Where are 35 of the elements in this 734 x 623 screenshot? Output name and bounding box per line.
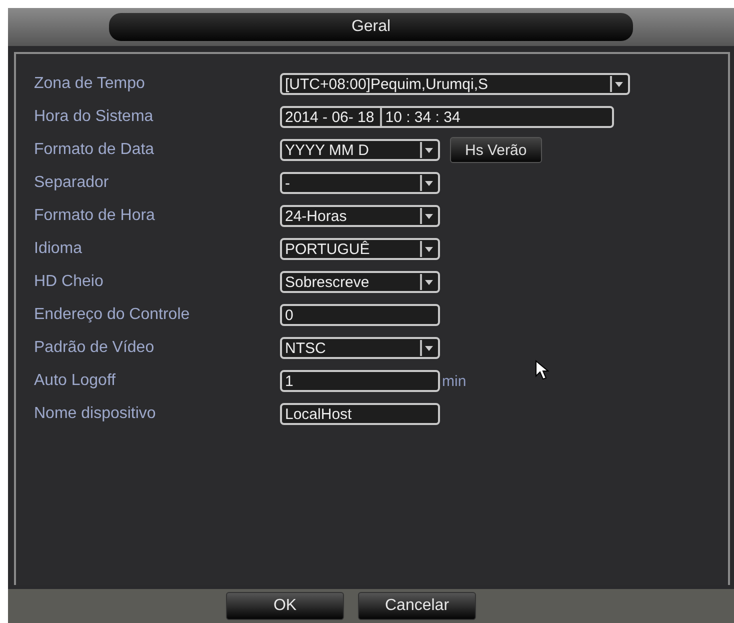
field-label: Padrão de Vídeo bbox=[34, 339, 156, 357]
dropdown-arrow-icon bbox=[615, 82, 623, 86]
dropdown[interactable]: PORTUGUÊ bbox=[280, 238, 440, 260]
dropdown-arrow-icon bbox=[425, 214, 433, 218]
dropdown[interactable]: Sobrescreve bbox=[280, 271, 440, 293]
dropdown[interactable]: 24-Horas bbox=[280, 205, 440, 227]
mouse-cursor-icon bbox=[535, 360, 549, 380]
field-label: Hora do Sistema bbox=[34, 108, 154, 126]
dropdown-arrow-icon bbox=[425, 280, 433, 284]
datetime-field[interactable]: 2014 - 06- 18 10 : 34 : 34 bbox=[280, 106, 614, 128]
field-label: Idioma bbox=[34, 240, 84, 258]
dropdown[interactable]: YYYY MM D bbox=[280, 139, 440, 161]
field-label: Auto Logoff bbox=[34, 372, 117, 390]
cancel-button[interactable]: Cancelar bbox=[358, 592, 476, 620]
dst-button[interactable]: Hs Verão bbox=[450, 137, 542, 163]
dropdown-arrow-icon bbox=[425, 246, 433, 252]
dropdown-arrow-icon bbox=[425, 180, 433, 186]
field-label: Formato de Hora bbox=[34, 207, 156, 225]
field-label: HD Cheio bbox=[34, 273, 104, 291]
field-label: Endereço do Controle bbox=[34, 306, 191, 324]
input-field[interactable]: LocalHost bbox=[280, 403, 440, 425]
field-label: Formato de Data bbox=[34, 141, 156, 159]
field-label: Zona de Tempo bbox=[34, 75, 146, 93]
dropdown[interactable]: [UTC+08:00]Pequim,Urumqi,S bbox=[280, 73, 630, 95]
field-label: Nome dispositivo bbox=[34, 405, 157, 423]
window-title: Geral bbox=[109, 13, 633, 41]
field-label: Separador bbox=[34, 174, 110, 192]
input-field[interactable]: 0 bbox=[280, 304, 440, 326]
unit-label: min bbox=[442, 372, 466, 390]
ok-button[interactable]: OK bbox=[226, 592, 344, 620]
dropdown[interactable]: NTSC bbox=[280, 337, 440, 359]
dropdown[interactable]: - bbox=[280, 172, 440, 194]
dropdown-arrow-icon bbox=[425, 346, 433, 350]
dropdown-arrow-icon bbox=[425, 148, 433, 152]
input-field[interactable]: 1 bbox=[280, 370, 440, 392]
